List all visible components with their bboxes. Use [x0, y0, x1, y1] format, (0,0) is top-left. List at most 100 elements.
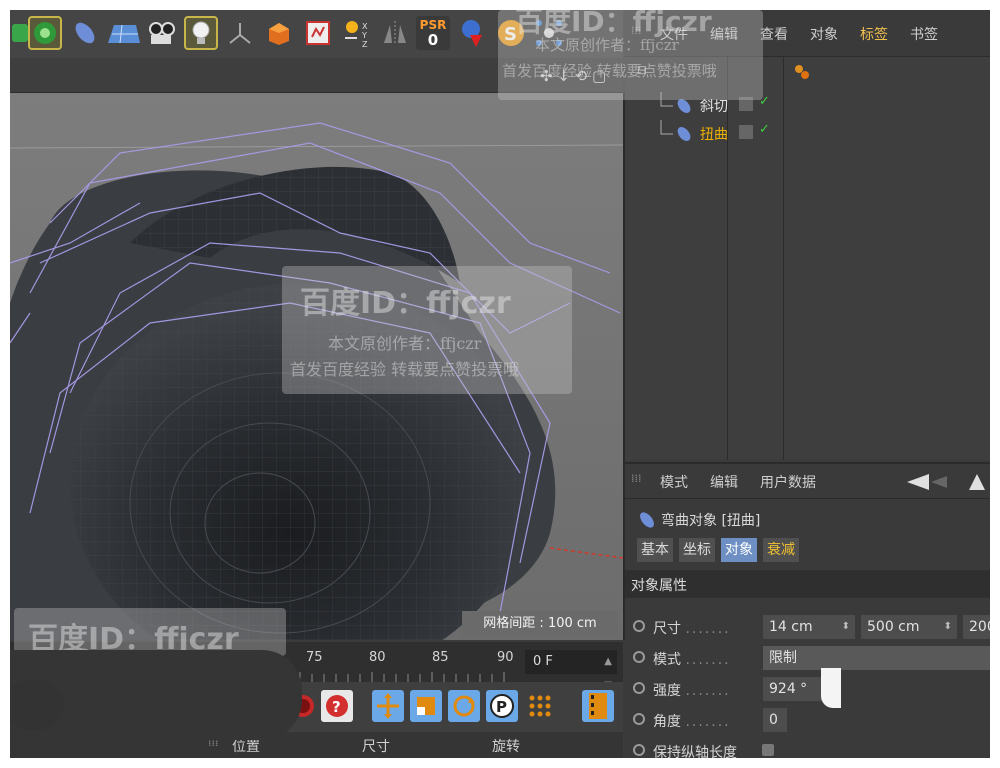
coord-header-position: 位置 — [232, 739, 260, 755]
svg-text:P: P — [496, 698, 507, 716]
view-navigation-icon[interactable]: ✣ ↓ ⟲ ▢ — [540, 67, 606, 85]
menu-object[interactable]: 对象 — [810, 24, 838, 44]
object-manager: ⁞⁞⁞ 文件 编辑 查看 对象 标签 书签 ⊟ 斜切 ✓ 扭曲 ✓ — [625, 10, 990, 460]
angle-label: 角度 — [653, 714, 681, 730]
menu-bookmarks[interactable]: 书签 — [910, 24, 938, 44]
menu-view[interactable]: 查看 — [760, 24, 788, 44]
size-y-field[interactable]: 500 cm ⬍ — [861, 615, 957, 639]
visibility-toggle-icon[interactable] — [739, 97, 753, 111]
list-item[interactable]: ⊟ — [625, 59, 990, 85]
size-x-value: 14 cm — [769, 619, 813, 635]
rotate-keyframe-icon[interactable] — [448, 690, 480, 722]
keep-length-checkbox[interactable] — [762, 744, 774, 756]
main-toolbar: XYZ PSR 0 S — [10, 10, 623, 59]
visibility-toggle-icon[interactable] — [739, 125, 753, 139]
object-name-bevel[interactable]: 斜切 — [700, 96, 728, 116]
property-strength: 强度 ....... 924 ° — [625, 676, 990, 704]
scatter-icon[interactable] — [532, 16, 566, 50]
keyframe-radio-icon[interactable] — [633, 651, 645, 663]
size-z-value: 200 — [969, 619, 990, 635]
drag-grip-icon[interactable]: ⁞⁞⁞ — [631, 24, 642, 37]
enabled-check-icon[interactable]: ✓ — [759, 122, 770, 137]
svg-text:X: X — [362, 22, 368, 31]
size-y-value: 500 cm — [867, 619, 920, 635]
help-icon[interactable]: ? — [321, 690, 353, 722]
record-icon[interactable] — [287, 690, 319, 722]
sun-xyz-icon[interactable]: XYZ — [340, 16, 374, 50]
psr-value: 0 — [427, 31, 439, 49]
cinema4d-window: XYZ PSR 0 S ✣ ↓ ⟲ ▢ 网格间距: 100 cm 75 80 … — [10, 10, 990, 758]
symmetry-icon[interactable] — [378, 16, 412, 50]
timeline[interactable]: 75 80 85 90 0 F ▲▼ — [10, 642, 623, 691]
bend-deformer-icon — [640, 512, 654, 528]
object-name-bend[interactable]: 扭曲 — [700, 124, 728, 144]
psr-icon[interactable]: PSR 0 — [416, 16, 450, 50]
menu-edit[interactable]: 编辑 — [710, 472, 738, 492]
keyframe-radio-icon[interactable] — [633, 620, 645, 632]
angle-field[interactable]: 0 — [763, 708, 787, 732]
snap-icon[interactable]: S — [494, 16, 528, 50]
bevel-deformer-icon — [677, 99, 691, 113]
keyframe-radio-icon[interactable] — [633, 713, 645, 725]
tab-basic[interactable]: 基本 — [637, 538, 673, 562]
drag-grip-icon[interactable]: ⁞⁞⁞ — [631, 472, 642, 485]
null-axis-icon[interactable] — [223, 16, 257, 50]
section-header: 对象属性 — [625, 570, 990, 598]
strength-label: 强度 — [653, 683, 681, 699]
size-label: 尺寸 — [653, 621, 681, 637]
bend-deformer-icon — [677, 127, 691, 141]
film-strip-icon[interactable] — [582, 690, 614, 722]
strength-field[interactable]: 924 ° — [763, 677, 823, 701]
enabled-check-icon[interactable]: ✓ — [759, 94, 770, 109]
tab-falloff[interactable]: 衰减 — [763, 538, 799, 562]
viewport-header-bar: ✣ ↓ ⟲ ▢ — [10, 58, 623, 93]
list-item[interactable]: 扭曲 ✓ — [625, 120, 990, 146]
tab-coord[interactable]: 坐标 — [679, 538, 715, 562]
object-manager-menu: ⁞⁞⁞ 文件 编辑 查看 对象 标签 书签 — [625, 10, 990, 57]
coord-header-size: 尺寸 — [362, 739, 390, 755]
point-level-icon[interactable] — [524, 690, 556, 722]
move-keyframe-icon[interactable] — [372, 690, 404, 722]
capsule-object-icon[interactable] — [68, 16, 102, 50]
keep-length-label: 保持纵轴长度 — [653, 745, 737, 758]
scale-keyframe-icon[interactable] — [410, 690, 442, 722]
drag-grip-icon[interactable]: ⁞⁞⁞ — [208, 736, 219, 749]
object-list: ⊟ 斜切 ✓ 扭曲 ✓ — [625, 57, 990, 460]
twisted-tube-render — [10, 122, 623, 640]
deformer-arrow-icon[interactable] — [456, 16, 490, 50]
hierarchy-line-icon — [660, 120, 673, 135]
size-z-field[interactable]: 200 — [963, 615, 990, 639]
occlusion-patch — [821, 668, 841, 708]
keyframe-radio-icon[interactable] — [633, 744, 645, 756]
navigate-back-icon[interactable] — [907, 472, 987, 492]
attribute-title: 弯曲对象 [扭曲] — [661, 513, 761, 529]
grid-spacing-label: 网格间距 : 100 cm — [462, 611, 618, 637]
mode-dropdown[interactable]: 限制 — [763, 646, 990, 670]
perspective-viewport[interactable]: 网格间距 : 100 cm — [10, 93, 625, 640]
tab-object[interactable]: 对象 — [721, 538, 757, 562]
menu-edit[interactable]: 编辑 — [710, 24, 738, 44]
keyframe-radio-icon[interactable] — [633, 682, 645, 694]
light-bulb-icon[interactable] — [184, 16, 218, 50]
menu-user-data[interactable]: 用户数据 — [760, 472, 816, 492]
property-mode: 模式 ....... 限制 — [625, 645, 990, 673]
svg-text:?: ? — [332, 698, 341, 716]
psr-label: PSR — [419, 18, 447, 32]
param-keyframe-icon[interactable]: P — [486, 690, 518, 722]
floor-plane-icon[interactable] — [106, 16, 140, 50]
menu-file[interactable]: 文件 — [660, 24, 688, 44]
strength-value: 924 ° — [769, 681, 808, 697]
property-size: 尺寸 ....... 14 cm⬍ 500 cm⬍ 200 — [625, 614, 990, 642]
coordinate-manager-header: ⁞⁞⁞ 位置 尺寸 旋转 — [10, 732, 623, 758]
current-frame-field[interactable]: 0 F ▲▼ — [525, 650, 617, 691]
size-x-field[interactable]: 14 cm ⬍ — [763, 615, 855, 639]
extrude-icon[interactable] — [262, 16, 296, 50]
render-view-icon[interactable] — [301, 16, 335, 50]
camera-icon[interactable] — [145, 16, 179, 50]
menu-mode[interactable]: 模式 — [660, 472, 688, 492]
menu-tags[interactable]: 标签 — [860, 24, 888, 44]
flower-generator-icon[interactable] — [28, 16, 62, 50]
list-item[interactable]: 斜切 ✓ — [625, 92, 990, 118]
tag-material-icon[interactable] — [793, 63, 813, 81]
collapse-toggle-icon[interactable]: ⊟ — [637, 63, 647, 77]
